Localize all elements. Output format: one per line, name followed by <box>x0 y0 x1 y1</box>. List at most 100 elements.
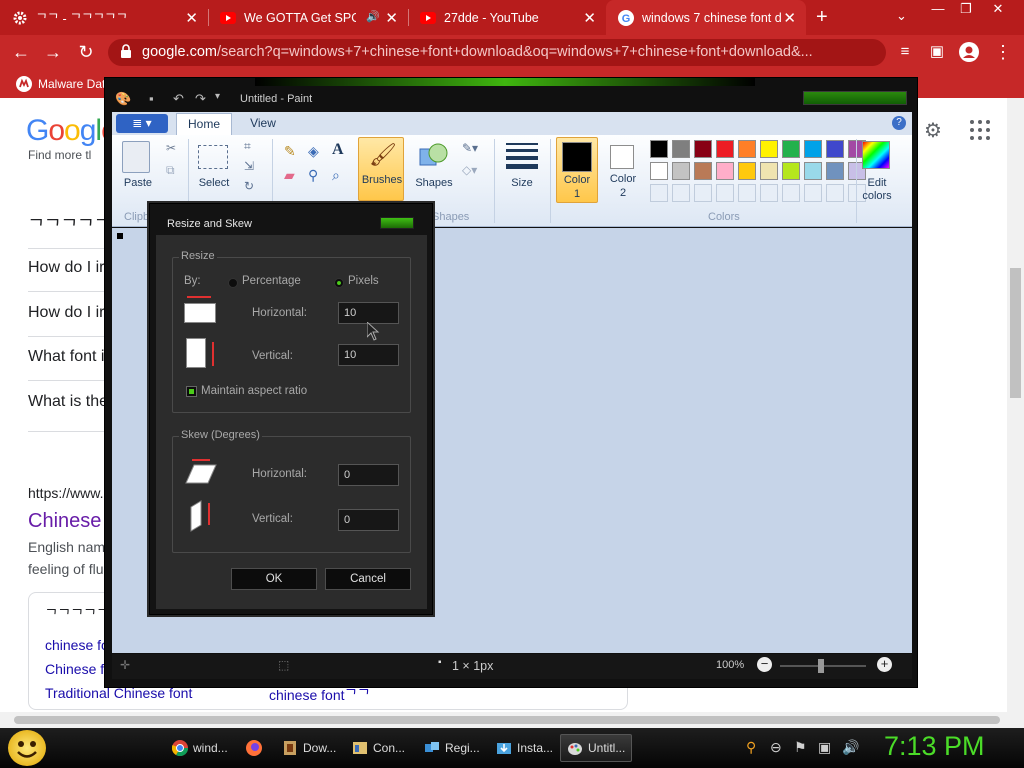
color-swatch[interactable] <box>804 184 822 202</box>
result-title[interactable]: Chinese <box>28 510 101 533</box>
clipboard-icon[interactable] <box>122 141 150 173</box>
color-swatch[interactable] <box>672 140 690 158</box>
tab-youtube-channel[interactable]: 27dde - YouTube ✕ <box>408 0 606 35</box>
crop-icon[interactable]: ⌗ <box>244 139 251 154</box>
close-window-button[interactable]: ✕ <box>982 0 1014 20</box>
maintain-aspect-checkbox[interactable] <box>186 386 197 397</box>
taskbar-chrome[interactable]: wind... <box>166 734 238 762</box>
related-question[interactable]: How do I ir <box>28 304 104 322</box>
color-swatch[interactable] <box>738 140 756 158</box>
edit-colors-label[interactable]: colors <box>854 190 900 202</box>
color-picker-icon[interactable]: ⚲ <box>308 167 318 184</box>
taskbar-firefox[interactable] <box>240 734 270 762</box>
scrollbar-thumb[interactable] <box>14 716 1000 724</box>
related-search-link[interactable]: Chinese f <box>45 661 104 677</box>
tray-minus-icon[interactable]: ⊖ <box>770 739 782 756</box>
color-swatch[interactable] <box>826 184 844 202</box>
related-search-link[interactable]: chinese fontᄀᄀ <box>269 685 370 705</box>
color-swatch[interactable] <box>760 184 778 202</box>
redo-icon[interactable]: ↷ <box>195 91 206 107</box>
color-swatch[interactable] <box>694 140 712 158</box>
outline-icon[interactable]: ✎▾ <box>462 141 478 155</box>
related-question[interactable]: What is the <box>28 393 108 411</box>
edit-colors-label[interactable]: Edit <box>854 177 900 189</box>
media-controls-icon[interactable]: ≡ <box>894 42 916 64</box>
back-button[interactable]: ← <box>10 42 32 64</box>
size-icon[interactable] <box>506 143 538 169</box>
percentage-label[interactable]: Percentage <box>242 275 301 287</box>
copy-icon[interactable]: ⧉ <box>166 163 175 178</box>
zoom-slider-thumb[interactable] <box>818 659 824 673</box>
cancel-button[interactable]: Cancel <box>325 568 411 590</box>
select-button[interactable]: Select <box>194 177 234 189</box>
save-icon[interactable]: ▪ <box>149 91 154 106</box>
brushes-button[interactable]: 🖌 Brushes <box>358 137 404 201</box>
zoom-slider[interactable] <box>780 659 866 673</box>
color-swatch[interactable] <box>650 140 668 158</box>
rotate-icon[interactable]: ↻ <box>244 179 254 193</box>
color-swatch[interactable] <box>694 162 712 180</box>
color-swatch[interactable] <box>804 140 822 158</box>
taskbar-control-panel[interactable]: Con... <box>346 734 418 762</box>
side-panel-icon[interactable]: ▣ <box>926 42 948 64</box>
zoom-in-button[interactable]: + <box>877 657 892 672</box>
search-icon[interactable]: ⚲ <box>746 739 756 756</box>
color-2-button[interactable]: Color 2 <box>602 137 644 203</box>
close-icon[interactable]: ✕ <box>385 9 398 27</box>
fill-icon[interactable]: ◈ <box>308 143 319 160</box>
menu-kebab-icon[interactable]: ⋮ <box>992 42 1014 64</box>
network-icon[interactable]: ▣ <box>818 739 831 756</box>
paint-app-icon[interactable]: 🎨 <box>115 91 131 107</box>
result-url[interactable]: https://www. <box>28 485 103 501</box>
color-swatch[interactable] <box>760 162 778 180</box>
skew-vertical-input[interactable]: 0 <box>338 509 399 531</box>
color-swatch[interactable] <box>738 162 756 180</box>
color-1-button[interactable]: Color 1 <box>556 137 598 203</box>
vertical-scrollbar[interactable] <box>1007 98 1024 728</box>
horizontal-scrollbar[interactable] <box>0 712 1024 728</box>
volume-icon[interactable]: 🔊 <box>842 739 859 756</box>
tab-search-chevron-icon[interactable]: ⌄ <box>896 8 907 24</box>
shapes-button[interactable]: Shapes <box>412 177 456 189</box>
profile-icon[interactable] <box>958 42 980 64</box>
color-swatch[interactable] <box>716 140 734 158</box>
skew-horizontal-input[interactable]: 0 <box>338 464 399 486</box>
file-menu-button[interactable]: ≣ ▾ <box>116 114 168 133</box>
tab-home[interactable]: Home <box>176 113 232 135</box>
maintain-aspect-label[interactable]: Maintain aspect ratio <box>201 385 307 397</box>
new-tab-button[interactable]: + <box>816 6 828 29</box>
bookmark-malware[interactable]: Malware Dat <box>16 76 105 92</box>
scrollbar-thumb[interactable] <box>1010 268 1021 398</box>
magnifier-icon[interactable]: ⌕ <box>332 167 340 184</box>
close-icon[interactable]: ✕ <box>583 9 596 27</box>
help-icon[interactable]: ? <box>892 116 906 130</box>
dialog-close-button[interactable] <box>380 217 414 229</box>
forward-button[interactable]: → <box>42 42 64 64</box>
tab-settings-page[interactable]: ᄀᄀ - ᄀᄀᄀᄀᄀ ✕ <box>0 0 208 35</box>
tab-youtube-video[interactable]: We GOTTA Get SPON 🔊 ✕ <box>208 0 408 35</box>
start-button[interactable] <box>8 730 46 766</box>
color-swatch[interactable] <box>782 162 800 180</box>
zoom-out-button[interactable]: − <box>757 657 772 672</box>
color-swatch[interactable] <box>694 184 712 202</box>
color-swatch[interactable] <box>716 184 734 202</box>
resize-vertical-input[interactable]: 10 <box>338 344 399 366</box>
fill-style-icon[interactable]: ◇▾ <box>462 163 477 177</box>
related-question[interactable]: What font i <box>28 348 104 366</box>
pixels-radio[interactable] <box>334 278 344 288</box>
flag-icon[interactable]: ⚑ <box>794 739 807 756</box>
close-icon[interactable]: ✕ <box>783 9 796 27</box>
settings-gear-icon[interactable]: ⚙ <box>924 118 942 143</box>
shapes-icon[interactable] <box>418 141 448 171</box>
color-swatch[interactable] <box>804 162 822 180</box>
color-swatch[interactable] <box>826 140 844 158</box>
url-text[interactable]: google.com/search?q=windows+7+chinese+fo… <box>142 44 812 60</box>
taskbar-registry[interactable]: Regi... <box>418 734 490 762</box>
reload-button[interactable]: ↻ <box>75 42 97 64</box>
undo-icon[interactable]: ↶ <box>173 91 184 107</box>
restore-button[interactable]: ❐ <box>950 0 982 20</box>
close-icon[interactable]: ✕ <box>185 9 198 27</box>
size-button[interactable]: Size <box>502 177 542 189</box>
window-controls[interactable] <box>803 91 907 105</box>
edit-colors-icon[interactable] <box>862 141 890 169</box>
